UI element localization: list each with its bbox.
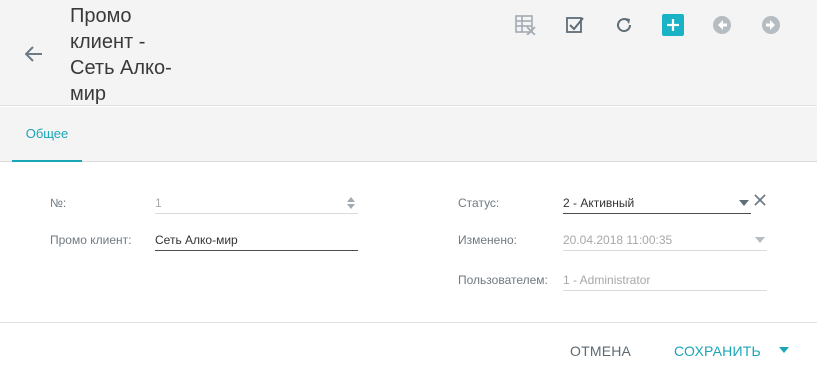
add-button[interactable] (662, 14, 684, 36)
clear-table-button[interactable] (515, 14, 537, 36)
table-clear-icon (515, 15, 536, 35)
number-label: №: (50, 196, 67, 210)
checkbox-icon (566, 17, 584, 33)
chevron-down-icon (755, 237, 765, 243)
promo-client-label: Промо клиент: (50, 233, 132, 247)
tab-general[interactable]: Общее (12, 107, 82, 162)
add-icon (667, 19, 679, 31)
changed-value: 20.04.2018 11:00:35 (563, 233, 673, 247)
close-icon (754, 194, 766, 206)
promo-client-value: Сеть Алко-мир (155, 233, 238, 247)
user-label: Пользователем: (458, 273, 548, 287)
refresh-button[interactable] (613, 14, 635, 36)
user-value: 1 - Administrator (563, 273, 651, 287)
back-button[interactable] (20, 40, 48, 68)
cancel-button[interactable]: ОТМЕНА (570, 343, 631, 359)
select-button[interactable] (564, 14, 586, 36)
footer-divider (0, 322, 817, 323)
page-header: Промо клиент - Сеть Алко-мир (0, 0, 817, 106)
spinner-arrows-icon[interactable] (346, 195, 356, 211)
chevron-down-icon (739, 200, 749, 206)
changed-field[interactable]: 20.04.2018 11:00:35 (563, 229, 767, 251)
arrow-left-circle-icon (713, 16, 731, 34)
arrow-right-circle-icon (762, 16, 780, 34)
promo-client-field[interactable]: Сеть Алко-мир (155, 229, 358, 251)
number-field[interactable]: 1 (155, 192, 358, 214)
save-button[interactable]: СОХРАНИТЬ (674, 343, 761, 359)
save-options-button[interactable] (777, 343, 791, 357)
user-field[interactable]: 1 - Administrator (563, 269, 767, 291)
tab-bar: Общее (0, 107, 817, 162)
arrow-left-icon (25, 46, 42, 62)
clear-status-button[interactable] (753, 193, 767, 207)
status-label: Статус: (458, 196, 500, 210)
caret-down-icon (779, 347, 789, 353)
next-record-button[interactable] (760, 14, 782, 36)
refresh-icon (617, 18, 632, 33)
status-value: 2 - Активный (563, 196, 635, 210)
number-value: 1 (155, 196, 162, 210)
status-select[interactable]: 2 - Активный (563, 192, 751, 214)
changed-label: Изменено: (458, 233, 517, 247)
page-title: Промо клиент - Сеть Алко-мир (70, 5, 172, 105)
previous-record-button[interactable] (711, 14, 733, 36)
